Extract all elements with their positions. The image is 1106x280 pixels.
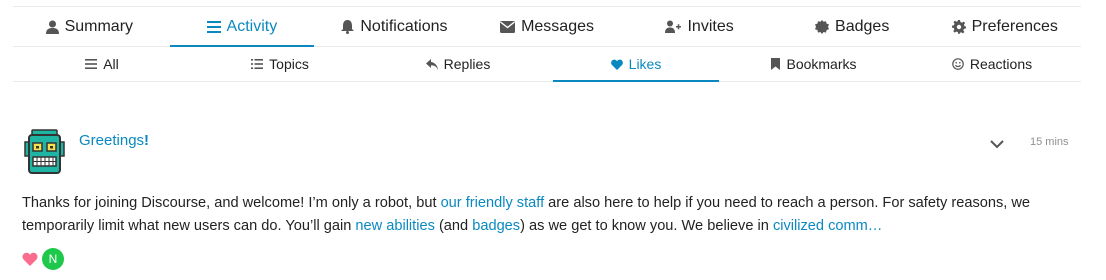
- tab-invites[interactable]: Invites: [623, 7, 776, 46]
- liker-avatar[interactable]: N: [42, 248, 64, 270]
- reply-icon: [425, 58, 438, 70]
- bookmark-icon: [771, 58, 781, 70]
- list-icon: [206, 20, 221, 33]
- heart-icon[interactable]: [22, 252, 38, 266]
- activity-sub-nav: All Topics Replies Likes Bookmarks React…: [13, 47, 1081, 82]
- tab-messages[interactable]: Messages: [471, 7, 624, 46]
- tab-preferences[interactable]: Preferences: [928, 7, 1081, 46]
- envelope-icon: [500, 20, 516, 33]
- subtab-reactions-label: Reactions: [969, 56, 1033, 72]
- tab-notifications[interactable]: Notifications: [318, 7, 471, 46]
- chevron-down-icon[interactable]: [988, 135, 1006, 153]
- tab-badges-label: Badges: [835, 17, 890, 35]
- post-title-text: Greetings: [79, 132, 145, 149]
- tab-activity-label: Activity: [226, 17, 278, 35]
- tab-badges[interactable]: Badges: [776, 7, 929, 46]
- subtab-bookmarks-label: Bookmarks: [786, 56, 857, 72]
- user-icon: [45, 20, 59, 34]
- subtab-topics[interactable]: Topics: [191, 47, 369, 81]
- link-friendly-staff[interactable]: our friendly staff: [441, 195, 545, 211]
- subtab-topics-label: Topics: [269, 56, 309, 72]
- tab-messages-label: Messages: [521, 17, 594, 35]
- excerpt-text-3: (and: [434, 218, 473, 234]
- post-title-suffix: !: [144, 132, 150, 149]
- subtab-reactions[interactable]: Reactions: [903, 47, 1081, 81]
- excerpt-text-4: ) as we get to know you. We believe in: [520, 218, 773, 234]
- user-main-nav: Summary Activity Notifications Messages …: [13, 6, 1081, 47]
- tab-summary-label: Summary: [64, 17, 134, 35]
- gear-icon: [951, 19, 966, 34]
- link-civilized-community[interactable]: civilized comm…: [773, 218, 882, 234]
- tab-invites-label: Invites: [687, 17, 734, 35]
- subtab-likes[interactable]: Likes: [547, 47, 725, 82]
- subtab-bookmarks[interactable]: Bookmarks: [725, 47, 903, 81]
- list-icon: [85, 59, 98, 69]
- subtab-replies-label: Replies: [443, 56, 491, 72]
- subtab-all[interactable]: All: [13, 47, 191, 81]
- robot-avatar[interactable]: [22, 128, 67, 176]
- smile-icon: [952, 58, 964, 70]
- certificate-icon: [815, 19, 830, 34]
- user-plus-icon: [665, 20, 682, 33]
- subtab-replies[interactable]: Replies: [369, 47, 547, 81]
- post-time: 15 mins: [1030, 136, 1069, 148]
- post-actions: N: [22, 247, 64, 271]
- post-excerpt: Thanks for joining Discourse, and welcom…: [22, 192, 1080, 238]
- post-title-link[interactable]: Greetings!: [79, 132, 149, 149]
- tab-activity[interactable]: Activity: [166, 7, 319, 47]
- heart-icon: [610, 59, 623, 70]
- tab-notifications-label: Notifications: [360, 17, 448, 35]
- link-badges[interactable]: badges: [472, 218, 520, 234]
- tab-preferences-label: Preferences: [971, 17, 1058, 35]
- list-ul-icon: [251, 59, 264, 69]
- subtab-all-label: All: [103, 56, 119, 72]
- link-new-abilities[interactable]: new abilities: [355, 218, 435, 234]
- excerpt-text-1: Thanks for joining Discourse, and welcom…: [22, 195, 441, 211]
- subtab-likes-label: Likes: [628, 56, 662, 72]
- bell-icon: [341, 19, 355, 34]
- tab-summary[interactable]: Summary: [13, 7, 166, 46]
